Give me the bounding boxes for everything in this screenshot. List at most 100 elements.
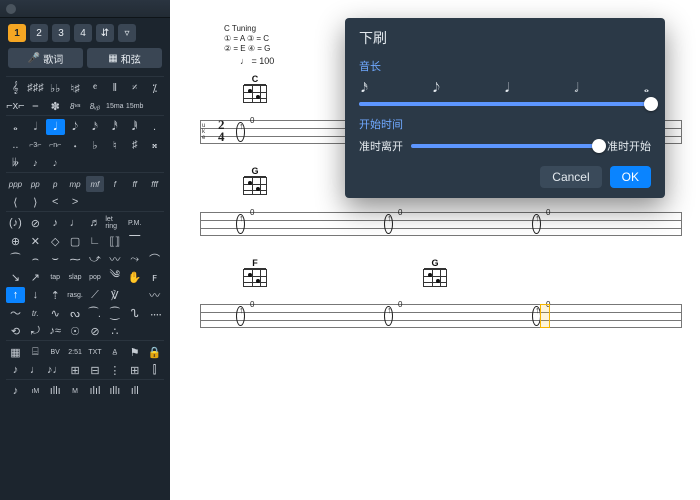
- palette-item[interactable]: ⤾: [26, 323, 45, 339]
- strum-mark[interactable]: [345, 304, 382, 328]
- palette-item[interactable]: ✽: [46, 98, 65, 114]
- palette-item[interactable]: ♩: [66, 215, 85, 231]
- palette-item[interactable]: ↓: [26, 287, 45, 303]
- palette-item[interactable]: 𝆔: [26, 155, 45, 171]
- window-control-icon[interactable]: [6, 4, 16, 14]
- strum-mark[interactable]: ↑0: [234, 120, 271, 144]
- palette-tab-strums-icon[interactable]: ⇵: [96, 24, 114, 42]
- palette-item[interactable]: ⟦⟧: [105, 233, 124, 249]
- palette-item[interactable]: .: [145, 119, 164, 135]
- palette-item[interactable]: 𝅗𝅥: [26, 119, 45, 135]
- palette-item[interactable]: ♭: [86, 137, 105, 153]
- palette-item[interactable]: ♮♯: [66, 80, 85, 96]
- tab-staff[interactable]: ↑0↑0↑0: [200, 304, 682, 328]
- palette-item[interactable]: ⌸: [26, 344, 45, 360]
- palette-item[interactable]: ᔐ: [125, 305, 144, 321]
- palette-item[interactable]: ⁀: [6, 251, 25, 267]
- palette-tab-4[interactable]: 4: [74, 24, 92, 42]
- strum-mark[interactable]: ↑0: [530, 212, 567, 236]
- strum-mark[interactable]: [493, 212, 530, 236]
- palette-item[interactable]: ⊘: [86, 323, 105, 339]
- start-time-slider-knob[interactable]: [592, 139, 606, 153]
- palette-item[interactable]: ♯♯♯: [26, 80, 45, 96]
- edit-cursor[interactable]: [540, 304, 550, 328]
- palette-item[interactable]: ♪: [6, 383, 25, 399]
- strum-mark[interactable]: [456, 304, 493, 328]
- strum-mark[interactable]: [493, 304, 530, 328]
- palette-item[interactable]: ⁐: [105, 305, 124, 321]
- duration-slider-knob[interactable]: [644, 97, 658, 111]
- palette-item[interactable]: P.M.: [125, 215, 144, 231]
- palette-item[interactable]: 𝄎: [125, 80, 144, 96]
- palette-item[interactable]: ⌒: [145, 251, 164, 267]
- palette-item[interactable]: 𝆺: [66, 137, 85, 153]
- palette-item[interactable]: ⫿: [145, 362, 164, 378]
- palette-item[interactable]: ıllı: [46, 383, 65, 399]
- palette-item[interactable]: 𝄪: [145, 137, 164, 153]
- palette-item[interactable]: ⊟: [86, 362, 105, 378]
- palette-item[interactable]: ♭♭: [46, 80, 65, 96]
- palette-item[interactable]: ⁀.: [86, 305, 105, 321]
- palette-item[interactable]: ♩: [26, 362, 45, 378]
- chord-button[interactable]: ▦和弦: [87, 48, 162, 68]
- palette-item[interactable]: ⚑: [125, 344, 144, 360]
- palette-item[interactable]: ꜰ: [145, 269, 164, 285]
- palette-item[interactable]: 15mb: [125, 98, 144, 114]
- strum-mark[interactable]: [567, 304, 604, 328]
- palette-item[interactable]: ⟩: [26, 194, 45, 210]
- palette-item[interactable]: ✕: [26, 233, 45, 249]
- palette-item[interactable]: ♬: [86, 215, 105, 231]
- palette-item[interactable]: tr.: [26, 305, 45, 321]
- palette-item[interactable]: >: [66, 194, 85, 210]
- duration-slider[interactable]: [359, 102, 651, 106]
- palette-item[interactable]: ⌐x⌐: [6, 98, 25, 114]
- palette-item[interactable]: mf: [86, 176, 105, 192]
- strum-mark[interactable]: ↑0: [234, 212, 271, 236]
- palette-item[interactable]: ıll: [125, 383, 144, 399]
- palette-item[interactable]: BV: [46, 344, 65, 360]
- palette-item[interactable]: tap: [46, 269, 65, 285]
- palette-item[interactable]: ıllı: [105, 383, 124, 399]
- palette-item[interactable]: 𝅘𝅥: [46, 119, 65, 135]
- palette-item[interactable]: TXT: [86, 344, 105, 360]
- palette-item[interactable]: [125, 287, 144, 303]
- palette-item[interactable]: ⟨: [6, 194, 25, 210]
- palette-item[interactable]: ☉: [66, 323, 85, 339]
- palette-item[interactable]: 𝅝: [6, 119, 25, 135]
- staff-row[interactable]: FG↑0↑0↑0: [200, 258, 682, 338]
- strum-mark[interactable]: ↑0: [382, 212, 419, 236]
- palette-item[interactable]: ⤻: [86, 251, 105, 267]
- palette-item[interactable]: ▦: [6, 344, 25, 360]
- palette-item[interactable]: ♪: [6, 362, 25, 378]
- palette-item[interactable]: <: [46, 194, 65, 210]
- palette-item[interactable]: 𝅘𝅥𝅰: [105, 119, 124, 135]
- palette-item[interactable]: ‖: [105, 80, 124, 96]
- palette-tab-more-icon[interactable]: ▿: [118, 24, 136, 42]
- palette-item[interactable]: 𝅘𝅥𝅯: [86, 119, 105, 135]
- palette-item[interactable]: ⁓: [66, 251, 85, 267]
- strum-mark[interactable]: [308, 304, 345, 328]
- strum-mark[interactable]: [604, 212, 641, 236]
- palette-item[interactable]: ⊕: [6, 233, 25, 249]
- strum-mark[interactable]: [641, 304, 678, 328]
- palette-item[interactable]: ⌣: [46, 251, 65, 267]
- palette-item[interactable]: pp: [26, 176, 45, 192]
- strum-mark[interactable]: [641, 212, 678, 236]
- palette-item[interactable]: ᔓ: [66, 305, 85, 321]
- palette-item[interactable]: 𝅘𝅥𝅮: [66, 119, 85, 135]
- palette-item[interactable]: ∿: [46, 305, 65, 321]
- palette-item[interactable]: ▢: [66, 233, 85, 249]
- palette-item[interactable]: ⤳: [125, 251, 144, 267]
- strum-mark[interactable]: [419, 212, 456, 236]
- tab-staff[interactable]: ↑0 ↑0 ↑0: [200, 212, 682, 236]
- chord-diagram[interactable]: G: [240, 166, 270, 195]
- strum-mark[interactable]: [271, 120, 308, 144]
- palette-item[interactable]: (♪): [6, 215, 25, 231]
- palette-item[interactable]: 𝆕: [46, 155, 65, 171]
- chord-diagram[interactable]: G: [420, 258, 450, 287]
- palette-item[interactable]: ∟: [86, 233, 105, 249]
- lyrics-button[interactable]: 🎤歌词: [8, 48, 83, 68]
- palette-item[interactable]: slap: [66, 269, 85, 285]
- palette-item[interactable]: ♪: [46, 215, 65, 231]
- palette-item[interactable]: ⟋: [86, 287, 105, 303]
